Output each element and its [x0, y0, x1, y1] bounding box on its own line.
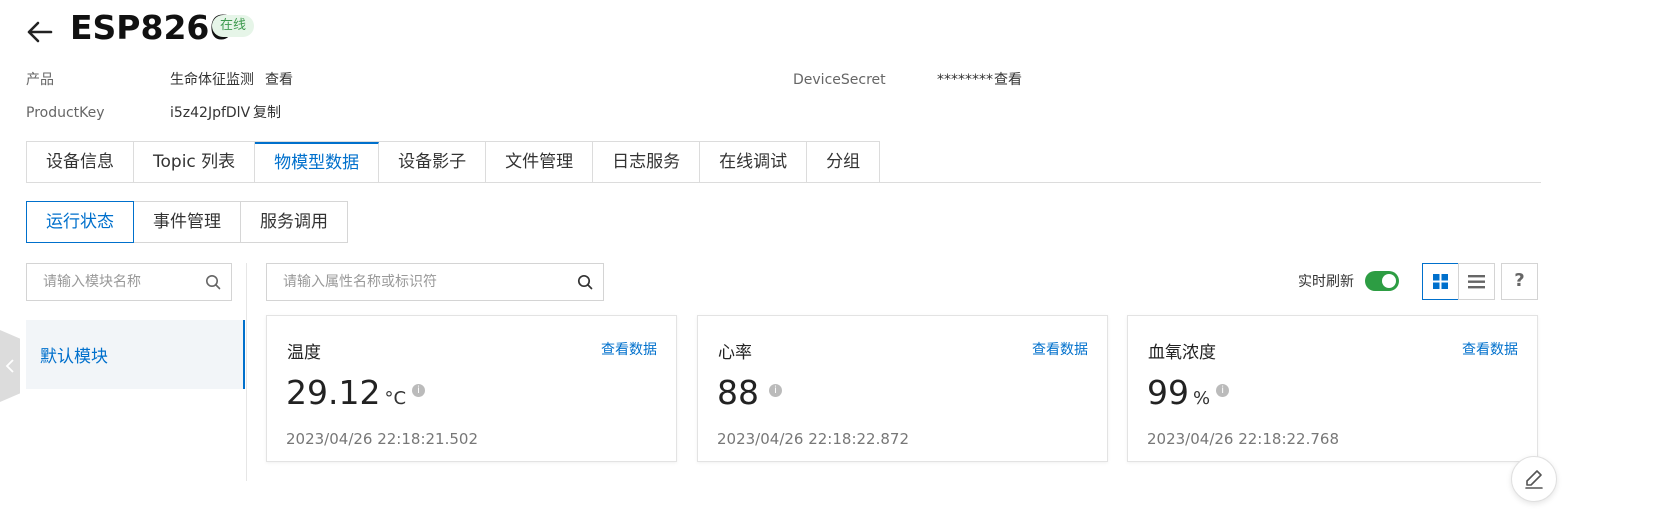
- module-item-default[interactable]: 默认模块: [26, 320, 245, 389]
- realtime-refresh-label: 实时刷新: [1298, 274, 1354, 290]
- subtab-service-call[interactable]: 服务调用: [240, 201, 348, 243]
- property-search-box: [266, 263, 604, 301]
- view-data-link[interactable]: 查看数据: [1462, 339, 1518, 359]
- list-icon: [1468, 275, 1485, 289]
- sub-tabs: 运行状态 事件管理 服务调用: [26, 201, 348, 243]
- view-data-link[interactable]: 查看数据: [601, 339, 657, 359]
- subtab-running-status[interactable]: 运行状态: [26, 201, 134, 243]
- help-button[interactable]: ?: [1501, 263, 1538, 300]
- card-title: 温度: [287, 343, 321, 363]
- tab-device-info[interactable]: 设备信息: [27, 142, 134, 183]
- info-icon[interactable]: i: [769, 384, 782, 397]
- card-unit: °C: [384, 388, 407, 409]
- property-card-heart-rate: 心率 查看数据 88 i 2023/04/26 22:18:22.872: [697, 315, 1108, 462]
- product-value: 生命体征监测: [170, 72, 254, 88]
- property-card-temperature: 温度 查看数据 29.12 °C i 2023/04/26 22:18:21.502: [266, 315, 677, 462]
- tabs-divider: [26, 182, 1541, 183]
- card-title: 心率: [718, 343, 752, 363]
- module-search-box: [26, 263, 232, 301]
- chevron-left-icon: [5, 359, 14, 373]
- property-search-input[interactable]: [267, 264, 603, 300]
- module-divider: [246, 263, 247, 481]
- card-value: 29.12: [286, 373, 381, 412]
- devicesecret-label: DeviceSecret: [793, 72, 886, 88]
- card-value-row: 88 i: [717, 371, 782, 421]
- tab-group[interactable]: 分组: [807, 142, 880, 183]
- devicesecret-view-link[interactable]: 查看: [994, 70, 1022, 90]
- property-card-blood-oxygen: 血氧浓度 查看数据 99% i 2023/04/26 22:18:22.768: [1127, 315, 1538, 462]
- module-search-input[interactable]: [27, 264, 231, 300]
- card-value: 99: [1147, 373, 1189, 412]
- realtime-refresh-toggle[interactable]: [1365, 271, 1399, 291]
- card-title: 血氧浓度: [1148, 343, 1216, 363]
- device-title: ESP8266: [70, 8, 233, 47]
- tab-log-service[interactable]: 日志服务: [593, 142, 701, 183]
- productkey-label: ProductKey: [26, 105, 105, 121]
- sidebar-collapse-handle[interactable]: [0, 330, 20, 402]
- view-data-link[interactable]: 查看数据: [1032, 339, 1088, 359]
- grid-icon: [1433, 274, 1448, 289]
- tab-online-debug[interactable]: 在线调试: [700, 142, 808, 183]
- card-value-row: 99% i: [1147, 371, 1230, 421]
- back-arrow-icon[interactable]: [26, 20, 54, 44]
- productkey-value: i5z42JpfDlV: [170, 105, 251, 121]
- main-tabs: 设备信息 Topic 列表 物模型数据 设备影子 文件管理 日志服务 在线调试 …: [26, 141, 881, 183]
- info-icon[interactable]: i: [412, 384, 426, 397]
- card-value-row: 29.12 °C i: [286, 371, 426, 421]
- tab-topic-list[interactable]: Topic 列表: [134, 142, 256, 183]
- card-timestamp: 2023/04/26 22:18:21.502: [286, 430, 478, 448]
- product-label: 产品: [26, 72, 54, 88]
- tab-file-management[interactable]: 文件管理: [486, 142, 594, 183]
- info-icon[interactable]: i: [1216, 384, 1230, 397]
- devicesecret-value: ********: [937, 72, 993, 88]
- search-icon[interactable]: [577, 274, 593, 290]
- edit-fab-button[interactable]: [1511, 456, 1557, 502]
- tab-thing-model-data[interactable]: 物模型数据: [255, 142, 380, 183]
- grid-view-button[interactable]: [1422, 263, 1459, 300]
- search-icon[interactable]: [205, 274, 221, 290]
- module-item-label: 默认模块: [40, 347, 108, 367]
- card-timestamp: 2023/04/26 22:18:22.768: [1147, 430, 1339, 448]
- card-timestamp: 2023/04/26 22:18:22.872: [717, 430, 909, 448]
- list-view-button[interactable]: [1458, 263, 1495, 300]
- productkey-copy-link[interactable]: 复制: [253, 103, 281, 123]
- card-value: 88: [717, 373, 759, 412]
- pencil-icon: [1525, 470, 1543, 489]
- product-view-link[interactable]: 查看: [265, 70, 293, 90]
- card-unit: %: [1193, 388, 1211, 409]
- status-badge: 在线: [212, 15, 255, 37]
- tab-device-shadow[interactable]: 设备影子: [379, 142, 487, 183]
- subtab-event-management[interactable]: 事件管理: [133, 201, 241, 243]
